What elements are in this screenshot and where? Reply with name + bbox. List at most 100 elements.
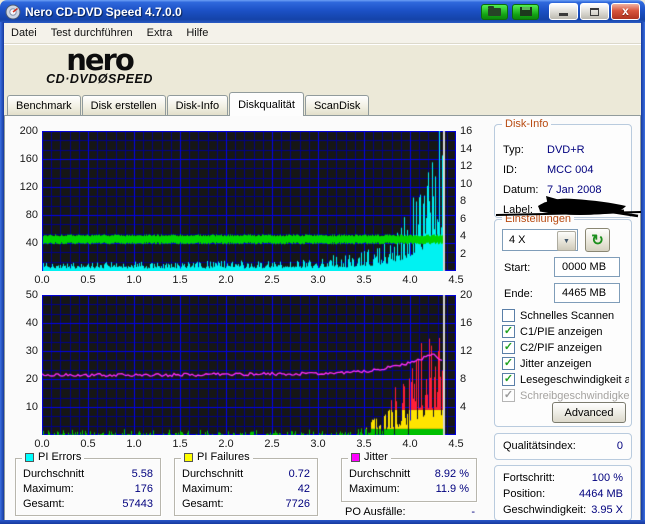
disk-info-row-value: 7 Jan 2008 bbox=[547, 183, 602, 196]
checkbox-label: Lesegeschwindigkeit a bbox=[520, 373, 629, 386]
stat-row-value: 0.72 bbox=[288, 468, 310, 480]
stat-row: Gesamt: 57443 bbox=[23, 498, 153, 510]
y-axis-tick-left: 80 bbox=[25, 209, 38, 221]
speed-selector[interactable]: 4 X ▼ bbox=[502, 229, 578, 251]
menu-extra[interactable]: Extra bbox=[140, 25, 180, 41]
x-axis-tick: 0.0 bbox=[34, 438, 50, 450]
folder-icon bbox=[488, 5, 501, 16]
y-axis-tick-left: 50 bbox=[25, 289, 38, 301]
stat-row-value: 176 bbox=[134, 483, 153, 495]
quality-index-box: Qualitätsindex: 0 bbox=[494, 433, 632, 460]
checkbox-c2-pif-anzeigen[interactable]: ✓ C2/PIF anzeigen bbox=[502, 340, 629, 355]
y-axis-tick-right: 20 bbox=[460, 289, 473, 301]
menu-hilfe[interactable]: Hilfe bbox=[179, 25, 215, 41]
checkbox-c1-pie-anzeigen[interactable]: ✓ C1/PIE anzeigen bbox=[502, 324, 629, 339]
green-folder-button[interactable] bbox=[481, 3, 508, 20]
stat-row-label: Maximum: bbox=[349, 483, 400, 495]
y-axis-tick-right: 16 bbox=[460, 125, 473, 137]
app-icon bbox=[5, 4, 21, 19]
end-field[interactable] bbox=[554, 283, 620, 303]
end-field-label: Ende: bbox=[504, 288, 533, 300]
checkbox-icon: ✓ bbox=[502, 325, 515, 338]
minimize-button[interactable] bbox=[549, 3, 578, 20]
y-axis-tick-left: 30 bbox=[25, 345, 38, 357]
checkbox-label: Jitter anzeigen bbox=[520, 357, 592, 370]
stats-box-jitter: Jitter Durchschnitt 8.92 % Maximum: 11.9 % bbox=[341, 451, 477, 502]
y-axis-tick-right: 10 bbox=[460, 177, 473, 190]
po-failures-row: PO Ausfälle: - bbox=[345, 506, 475, 518]
tabbar: Benchmark Disk erstellen Disk-Info Diskqual… bbox=[0, 92, 645, 116]
disk-info-row-label: ID: bbox=[503, 163, 518, 176]
tab-disk-info[interactable]: Disk-Info bbox=[166, 95, 229, 115]
y-axis-tick-right: 16 bbox=[460, 317, 473, 329]
quality-index-value: 0 bbox=[616, 440, 623, 452]
y-axis-tick-left: 200 bbox=[19, 125, 38, 137]
progress-row-label: Position: bbox=[503, 488, 546, 500]
stats-box-title: PI Failures bbox=[181, 451, 253, 463]
checkbox-icon: ✓ bbox=[502, 373, 515, 386]
x-axis-tick: 3.0 bbox=[310, 274, 326, 286]
po-failures-value: - bbox=[471, 506, 475, 518]
legend-color-icon bbox=[25, 452, 34, 462]
progress-row-value: 100 % bbox=[591, 472, 623, 484]
window-border-right bbox=[641, 22, 645, 524]
stat-row-label: Durchschnitt bbox=[23, 468, 85, 480]
toolbar: nero CD·DVDØSPEED [0:1] LITE-ON DVDRW LH… bbox=[0, 43, 645, 121]
pi-errors-chart bbox=[42, 131, 456, 271]
nero-logo: nero CD·DVDØSPEED bbox=[32, 43, 167, 87]
floppy-icon bbox=[519, 7, 532, 16]
x-axis-tick: 4.0 bbox=[402, 274, 418, 286]
checkbox-schnelles-scannen[interactable]: Schnelles Scannen bbox=[502, 308, 629, 323]
x-axis-tick: 2.0 bbox=[218, 274, 234, 286]
stat-row-label: Maximum: bbox=[23, 483, 74, 495]
stats-box-title: PI Errors bbox=[22, 451, 85, 463]
disk-info-row: Datum: 7 Jan 2008 bbox=[503, 182, 625, 197]
y-axis-tick-right: 8 bbox=[460, 373, 467, 385]
checkbox-jitter-anzeigen[interactable]: ✓ Jitter anzeigen bbox=[502, 356, 629, 371]
x-axis-tick: 3.0 bbox=[310, 438, 326, 450]
checkbox-label: C1/PIE anzeigen bbox=[520, 325, 603, 338]
nero-logo-text: nero bbox=[66, 43, 135, 77]
checkbox-icon: ✓ bbox=[502, 341, 515, 354]
x-axis-tick: 1.5 bbox=[172, 438, 188, 450]
chevron-down-icon[interactable]: ▼ bbox=[557, 231, 576, 251]
maximize-button[interactable] bbox=[580, 3, 609, 20]
tab-diskqualit-t[interactable]: Diskqualität bbox=[229, 92, 304, 116]
y-axis-tick-left: 160 bbox=[19, 153, 38, 165]
stats-box-title-text: PI Errors bbox=[38, 451, 82, 463]
y-axis-tick-right: 6 bbox=[460, 212, 467, 225]
disc-quality-page: Disk-Info Typ: DVD+R ID: MCC 004 Datum: 7 Jan… bbox=[4, 115, 642, 522]
app-window: Nero CD-DVD Speed 4.7.0.0 x Datei Test du… bbox=[0, 0, 645, 524]
progress-box: Fortschritt: 100 % Position: 4464 MB Geschwi… bbox=[494, 465, 632, 521]
disk-info-row: Typ: DVD+R bbox=[503, 142, 625, 157]
close-button[interactable]: x bbox=[611, 3, 640, 20]
disk-info-title: Disk-Info bbox=[502, 118, 552, 130]
start-field[interactable] bbox=[554, 257, 620, 277]
disk-info-row-label: Datum: bbox=[503, 183, 539, 196]
checkbox-lesegeschwindigkeit-a[interactable]: ✓ Lesegeschwindigkeit a bbox=[502, 372, 629, 387]
checkbox-schreibgeschwindigkei: ✓ Schreibgeschwindigkei bbox=[502, 388, 629, 403]
menu-datei[interactable]: Datei bbox=[4, 25, 44, 41]
x-axis-tick: 0.5 bbox=[80, 438, 96, 450]
po-failures-label: PO Ausfälle: bbox=[345, 506, 406, 518]
menu-test-durchf-hren[interactable]: Test durchführen bbox=[44, 25, 140, 41]
window-border-bottom bbox=[0, 520, 645, 524]
advanced-button[interactable]: Advanced bbox=[552, 402, 626, 423]
disk-info-row: ID: MCC 004 bbox=[503, 162, 625, 177]
tab-scandisk[interactable]: ScanDisk bbox=[304, 95, 370, 115]
progress-row-label: Geschwindigkeit: bbox=[503, 504, 587, 516]
progress-row-fortschritt: Fortschritt: 100 % bbox=[503, 472, 623, 484]
tab-disk-erstellen[interactable]: Disk erstellen bbox=[81, 95, 166, 115]
stat-row-label: Gesamt: bbox=[182, 498, 224, 510]
x-axis-tick: 3.5 bbox=[356, 438, 372, 450]
menubar: Datei Test durchführen Extra Hilfe bbox=[0, 23, 645, 44]
progress-row-value: 4464 MB bbox=[578, 488, 623, 500]
refresh-button[interactable]: ↻ bbox=[585, 228, 610, 252]
checkbox-icon: ✓ bbox=[502, 357, 515, 370]
tab-benchmark[interactable]: Benchmark bbox=[7, 95, 81, 115]
stat-row-label: Maximum: bbox=[182, 483, 233, 495]
green-floppy-button[interactable] bbox=[512, 3, 539, 20]
quality-index-label: Qualitätsindex: bbox=[503, 440, 576, 452]
stat-row: Durchschnitt 0.72 bbox=[182, 468, 310, 480]
cdspeed-logo-text: CD·DVDØSPEED bbox=[46, 72, 153, 86]
